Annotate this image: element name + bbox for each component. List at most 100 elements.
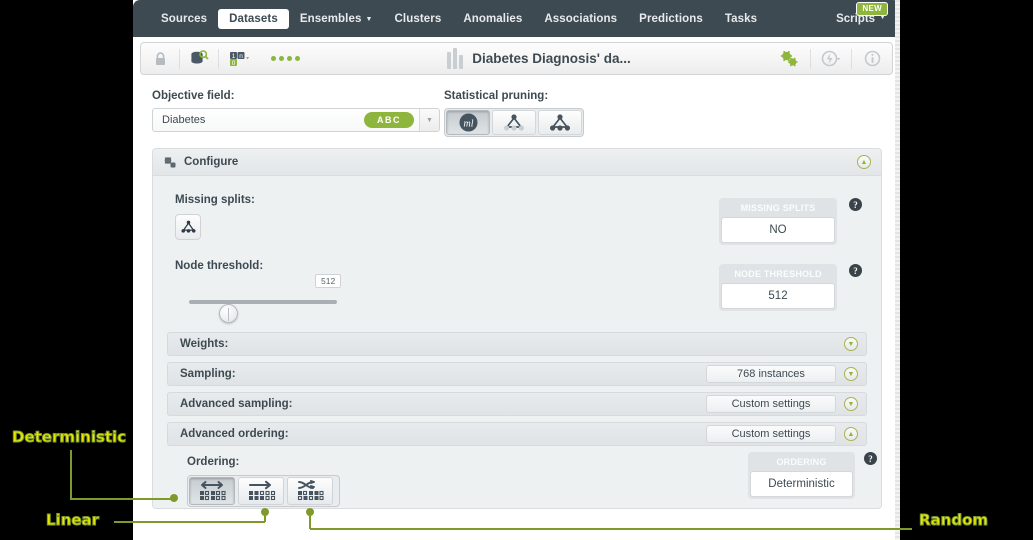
ordering-value-box: ORDERING Deterministic <box>748 452 855 499</box>
node-threshold-box-title: NODE THRESHOLD <box>734 269 822 279</box>
status-dot <box>295 56 300 61</box>
dataset-title: Diabetes Diagnosis' da... <box>310 48 768 69</box>
status-dot <box>271 56 276 61</box>
dataset-toolbar: 1 n 0 Diabetes Diagnosis' da... <box>140 42 893 75</box>
pruning-ml-default-button[interactable]: ml <box>446 110 490 135</box>
ordering-panel: Ordering: ORDERING Deterministic ? <box>167 446 877 508</box>
pruning-on-tree-button[interactable] <box>538 110 582 135</box>
collapse-icon[interactable]: ▲ <box>857 155 871 169</box>
annotation-deterministic: Deterministic <box>11 428 127 447</box>
settings-accordion-list: Weights: ▼ Sampling: 768 instances ▼ Adv… <box>167 332 867 446</box>
nav-label: Anomalies <box>463 12 523 25</box>
missing-splits-box-value: NO <box>721 217 835 243</box>
objective-field-block: Objective field: Diabetes ABC ▼ <box>152 90 440 132</box>
nav-label: Tasks <box>724 12 758 25</box>
info-icon[interactable] <box>852 42 892 75</box>
row-value-pill[interactable]: Custom settings <box>706 425 836 443</box>
nav-label: Associations <box>544 12 618 25</box>
chevron-down-icon: ▼ <box>365 15 373 23</box>
leader-line-deterministic-horizontal <box>70 498 173 500</box>
flash-icon[interactable] <box>811 42 851 75</box>
leader-line-linear-horizontal <box>114 521 265 523</box>
nav-item-tasks[interactable]: Tasks <box>714 9 768 29</box>
vertical-scrollbar[interactable] <box>895 0 900 540</box>
accordion-row-weights[interactable]: Weights: ▼ <box>167 332 867 356</box>
nav-items: Sources Datasets Ensembles ▼ Clusters Ano… <box>150 0 768 37</box>
ordering-box-value: Deterministic <box>750 471 853 497</box>
expand-icon[interactable]: ▼ <box>844 397 858 411</box>
row-label: Advanced sampling: <box>180 398 293 410</box>
node-threshold-row: Node threshold: 512 NODE THRESHOLD 512 ? <box>167 260 867 332</box>
statistical-pruning-buttons: ml <box>444 108 584 137</box>
dataset-title-text: Diabetes Diagnosis' da... <box>472 51 631 66</box>
gears-icon <box>163 156 177 169</box>
leader-dot-linear <box>261 508 269 516</box>
help-icon[interactable]: ? <box>864 452 877 465</box>
missing-splits-value-box: MISSING SPLITS NO <box>719 198 837 245</box>
leader-dot-random <box>306 508 314 516</box>
nav-item-anomalies[interactable]: Anomalies <box>452 9 533 29</box>
svg-text:ml: ml <box>463 119 473 130</box>
expand-icon[interactable]: ▼ <box>844 337 858 351</box>
nav-item-clusters[interactable]: Clusters <box>384 9 453 29</box>
row-label: Weights: <box>180 338 229 350</box>
dataset-search-icon[interactable] <box>180 42 218 75</box>
missing-splits-box-title: MISSING SPLITS <box>740 203 816 213</box>
nav-label: Datasets <box>229 12 278 25</box>
help-icon[interactable]: ? <box>849 264 862 277</box>
chevron-down-icon[interactable]: ▼ <box>419 109 439 131</box>
missing-splits-row: Missing splits: MISSING SPLITS NO ? <box>167 194 867 260</box>
row-value-pill[interactable]: Custom settings <box>706 395 836 413</box>
histogram-icon <box>447 48 464 69</box>
svg-text:1: 1 <box>232 53 236 60</box>
top-navigation-bar: Sources Datasets Ensembles ▼ Clusters Ano… <box>133 0 900 37</box>
collapse-icon[interactable]: ▲ <box>844 427 858 441</box>
leader-dot-deterministic <box>170 494 178 502</box>
annotation-linear: Linear <box>45 511 100 530</box>
configure-panel-header[interactable]: Configure ▲ <box>153 149 881 176</box>
field-type-badge: ABC <box>364 112 414 128</box>
field-types-icon[interactable]: 1 n 0 <box>219 42 261 75</box>
pruning-off-tree-button[interactable] <box>492 110 536 135</box>
nav-item-ensembles[interactable]: Ensembles ▼ <box>289 9 384 29</box>
status-dot <box>279 56 284 61</box>
app-window: Sources Datasets Ensembles ▼ Clusters Ano… <box>133 0 900 540</box>
accordion-row-advanced-ordering[interactable]: Advanced ordering: Custom settings ▲ <box>167 422 867 446</box>
accordion-row-advanced-sampling[interactable]: Advanced sampling: Custom settings ▼ <box>167 392 867 416</box>
configure-panel-content: Missing splits: MISSING SPLITS NO ? Node… <box>153 176 881 508</box>
ordering-deterministic-button[interactable] <box>189 477 235 505</box>
objective-field-select[interactable]: Diabetes ABC ▼ <box>152 108 440 132</box>
missing-splits-toggle-button[interactable] <box>175 214 201 240</box>
nav-item-associations[interactable]: Associations <box>533 9 628 29</box>
ordering-linear-button[interactable] <box>238 477 284 505</box>
gears-icon[interactable] <box>768 42 810 75</box>
dataset-config-body: Objective field: Diabetes ABC ▼ Statisti… <box>140 80 893 540</box>
status-dots <box>261 56 310 61</box>
lock-icon[interactable] <box>141 42 179 75</box>
annotation-random: Random <box>918 511 989 530</box>
ordering-buttons <box>187 475 340 507</box>
nav-item-datasets[interactable]: Datasets <box>218 8 289 29</box>
expand-icon[interactable]: ▼ <box>844 367 858 381</box>
objective-field-value: Diabetes <box>162 114 206 126</box>
row-value-pill[interactable]: 768 instances <box>706 365 836 383</box>
help-icon[interactable]: ? <box>849 198 862 211</box>
statistical-pruning-block: Statistical pruning: ml <box>444 90 584 137</box>
node-threshold-slider[interactable]: 512 <box>189 274 342 323</box>
leader-line-deterministic-vertical <box>70 450 72 500</box>
nav-item-predictions[interactable]: Predictions <box>628 9 714 29</box>
slider-thumb[interactable] <box>219 304 238 323</box>
new-badge: NEW <box>856 2 888 16</box>
nav-item-sources[interactable]: Sources <box>150 9 218 29</box>
ordering-random-button[interactable] <box>287 477 333 505</box>
node-threshold-value-box: NODE THRESHOLD 512 <box>719 264 837 311</box>
objective-field-label: Objective field: <box>152 90 235 102</box>
slider-track[interactable] <box>189 300 337 323</box>
ordering-box-title: ORDERING <box>776 457 827 467</box>
accordion-row-sampling[interactable]: Sampling: 768 instances ▼ <box>167 362 867 386</box>
svg-text:0: 0 <box>232 60 236 67</box>
configure-panel: Configure ▲ Missing splits: MISSING SPLI… <box>152 148 882 509</box>
leader-line-random-horizontal <box>310 528 912 530</box>
status-dot <box>287 56 292 61</box>
row-label: Sampling: <box>180 368 236 380</box>
